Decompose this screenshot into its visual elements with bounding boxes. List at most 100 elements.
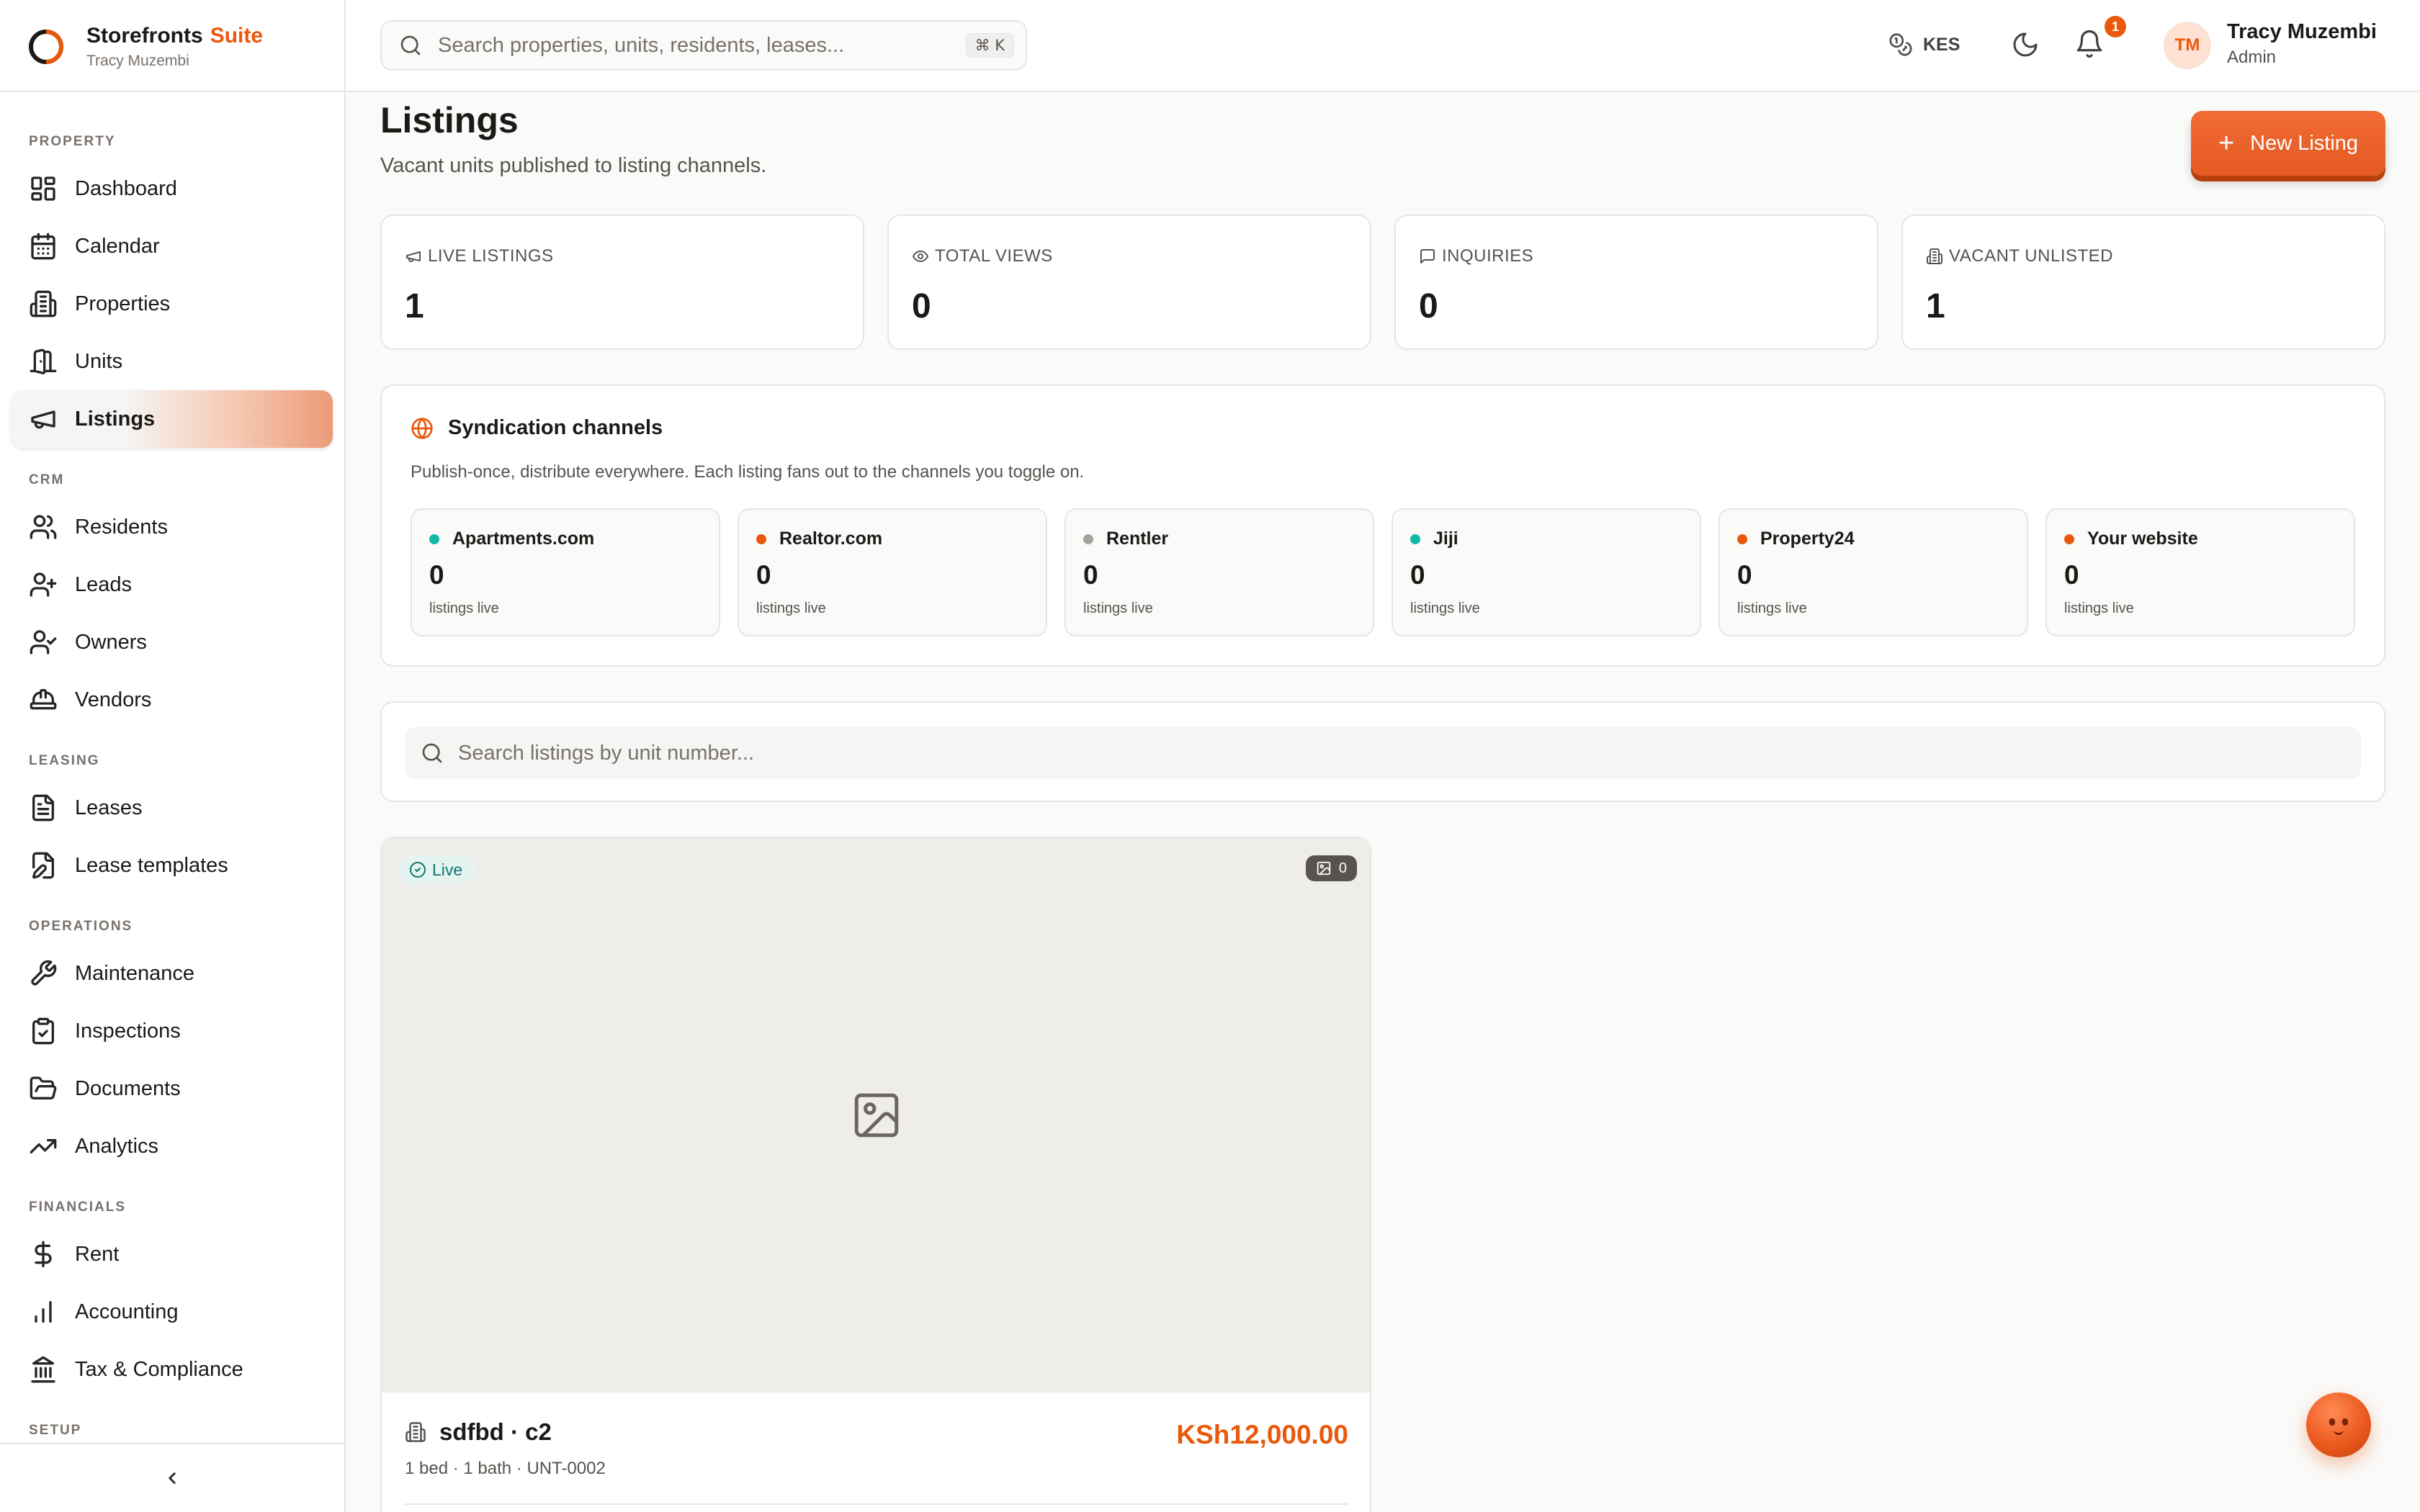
search-icon	[422, 743, 442, 763]
sidebar-item-label: Vendors	[75, 688, 152, 711]
assistant-eye	[2342, 1418, 2348, 1426]
channel-card[interactable]: Rentler 0 listings live	[1065, 508, 1374, 636]
sidebar-item-leases[interactable]: Leases	[12, 779, 333, 837]
channel-unit: listings live	[1410, 600, 1480, 616]
status-dot	[2064, 534, 2074, 544]
avatar[interactable]: TM	[2164, 22, 2211, 69]
collapse-sidebar-button[interactable]	[158, 1464, 187, 1493]
nav-section-property: PROPERTY	[29, 134, 116, 149]
sidebar-item-maintenance[interactable]: Maintenance	[12, 945, 333, 1002]
channel-count: 0	[1083, 560, 1098, 590]
globe-icon	[411, 417, 433, 439]
sidebar-item-leads[interactable]: Leads	[12, 556, 333, 613]
channel-card[interactable]: Property24 0 listings live	[1718, 508, 2028, 636]
channel-card[interactable]: Your website 0 listings live	[2045, 508, 2355, 636]
sidebar-item-label: Accounting	[75, 1300, 179, 1323]
channel-card[interactable]: Apartments.com 0 listings live	[411, 508, 720, 636]
eye-icon	[913, 251, 928, 262]
image-placeholder-icon	[854, 1093, 899, 1138]
sidebar-item-analytics[interactable]: Analytics	[12, 1117, 333, 1175]
user-name[interactable]: Tracy Muzembi	[2227, 20, 2377, 44]
channel-name: Rentler	[1106, 528, 1169, 549]
sidebar-item-owners[interactable]: Owners	[12, 613, 333, 671]
hard-hat-icon	[30, 689, 57, 710]
megaphone-icon	[31, 410, 55, 429]
sidebar-item-label: Rent	[75, 1242, 120, 1266]
sidebar-item-units[interactable]: Units	[12, 333, 333, 390]
notifications-button[interactable]	[2074, 29, 2105, 59]
file-text-icon	[32, 794, 55, 822]
new-listing-button[interactable]: + New Listing	[2191, 111, 2385, 176]
sidebar-item-inspections[interactable]: Inspections	[12, 1002, 333, 1060]
plus-icon: +	[2218, 128, 2235, 158]
sidebar-item-listings[interactable]: Listings	[12, 390, 333, 448]
page-title: Listings	[380, 100, 519, 140]
channel-card[interactable]: Jiji 0 listings live	[1392, 508, 1701, 636]
sidebar-item-dashboard[interactable]: Dashboard	[12, 160, 333, 217]
channel-card[interactable]: Realtor.com 0 listings live	[738, 508, 1047, 636]
channel-unit: listings live	[756, 600, 826, 616]
sidebar-item-label: Owners	[75, 630, 147, 654]
clipboard-check-icon	[32, 1017, 55, 1045]
keyboard-shortcut-hint: ⌘ K	[965, 33, 1014, 58]
syndication-panel: Syndication channels Publish-once, distr…	[380, 384, 2385, 667]
currency-switcher[interactable]: KES	[1888, 30, 1960, 59]
megaphone-icon	[406, 251, 421, 262]
sidebar-item-lease-templates[interactable]: Lease templates	[12, 837, 333, 894]
user-check-icon	[30, 630, 57, 654]
sidebar-item-properties[interactable]: Properties	[12, 275, 333, 333]
check-circle-icon	[410, 862, 426, 878]
listing-search-input[interactable]: Search listings by unit number...	[405, 727, 2361, 779]
assistant-chat-button[interactable]	[2306, 1392, 2371, 1457]
sidebar-item-vendors[interactable]: Vendors	[12, 671, 333, 729]
sidebar-item-label: Leads	[75, 572, 133, 596]
sidebar-item-documents[interactable]: Documents	[12, 1060, 333, 1117]
sidebar-item-label: Documents	[75, 1076, 181, 1100]
workspace-user: Tracy Muzembi	[86, 53, 189, 69]
stat-card-total-views: TOTAL VIEWS 0	[887, 215, 1371, 350]
nav-section-operations: OPERATIONS	[29, 919, 133, 934]
folder-open-icon	[30, 1076, 57, 1099]
stat-label: LIVE LISTINGS	[428, 246, 554, 266]
chevron-left-icon	[169, 1472, 176, 1484]
sidebar-item-residents[interactable]: Residents	[12, 498, 333, 556]
message-square-icon	[1420, 249, 1435, 264]
channel-unit: listings live	[429, 600, 499, 616]
wrench-icon	[31, 960, 57, 986]
building-icon	[30, 290, 57, 318]
channel-count: 0	[429, 560, 444, 590]
listing-price: KSh12,000.00	[1176, 1420, 1348, 1449]
sidebar-item-tax-compliance[interactable]: Tax & Compliance	[12, 1341, 333, 1398]
dollar-icon	[35, 1241, 52, 1268]
status-label: Live	[432, 860, 463, 879]
trending-up-icon	[30, 1139, 57, 1153]
sidebar-item-label: Properties	[75, 292, 171, 315]
channel-name: Your website	[2087, 528, 2198, 549]
sidebar-item-calendar[interactable]: Calendar	[12, 217, 333, 275]
status-dot	[1410, 534, 1420, 544]
stat-label: INQUIRIES	[1442, 246, 1534, 266]
sidebar-item-label: Analytics	[75, 1134, 159, 1158]
brand[interactable]: Storefronts Suite Tracy Muzembi	[27, 22, 263, 72]
sidebar-item-label: Calendar	[75, 234, 160, 258]
bell-icon	[2076, 30, 2102, 58]
channel-name: Realtor.com	[779, 528, 883, 549]
sidebar-item-rent[interactable]: Rent	[12, 1225, 333, 1283]
channel-count: 0	[2064, 560, 2079, 590]
global-search-input[interactable]: Search properties, units, residents, lea…	[380, 20, 1027, 71]
listing-filter-panel: Search listings by unit number...	[380, 701, 2385, 802]
users-icon	[30, 515, 57, 539]
file-edit-icon	[32, 852, 55, 879]
theme-toggle-button[interactable]	[2011, 30, 2040, 59]
channel-name: Jiji	[1433, 528, 1458, 549]
sidebar-item-accounting[interactable]: Accounting	[12, 1283, 333, 1341]
listing-card[interactable]: Live 0 sdfbd · c2 1 bed · 1 bath · UNT-0…	[380, 837, 1371, 1512]
stat-card-vacant-unlisted: VACANT UNLISTED 1	[1901, 215, 2385, 350]
listing-title: sdfbd · c2	[439, 1418, 552, 1445]
divider	[0, 91, 344, 92]
stat-value: 0	[912, 287, 931, 325]
building-icon	[405, 1422, 426, 1442]
sidebar: Storefronts Suite Tracy Muzembi PROPERTY …	[0, 0, 346, 1512]
stat-value: 1	[1926, 287, 1945, 325]
listing-image[interactable]: Live 0	[382, 838, 1370, 1392]
